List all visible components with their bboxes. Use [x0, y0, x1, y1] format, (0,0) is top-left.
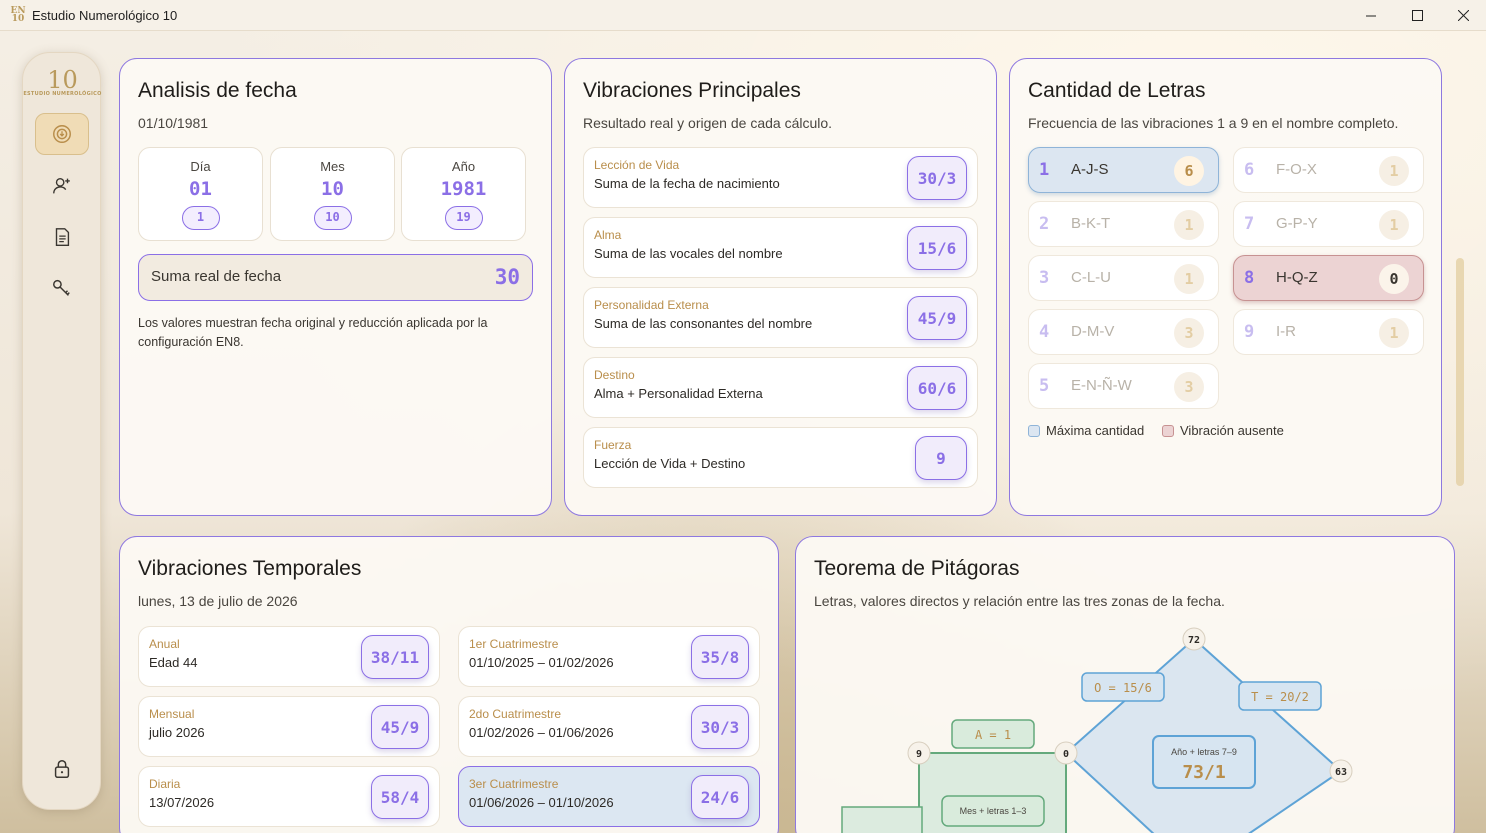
- close-icon: [1457, 10, 1469, 21]
- scrollbar-thumb[interactable]: [1456, 258, 1464, 486]
- close-button[interactable]: [1440, 0, 1486, 31]
- node-mid-label: 0: [1063, 749, 1069, 760]
- card-title: Vibraciones Temporales: [138, 557, 362, 580]
- temporal-row-cuatrimestre-2[interactable]: 2do Cuatrimestre 01/02/2026 – 01/06/2026…: [458, 696, 760, 757]
- letter-cell-2[interactable]: 2 B-K-T 1: [1028, 201, 1219, 247]
- card-title: Analisis de fecha: [138, 79, 297, 102]
- date-box-day: Día 01 1: [138, 147, 263, 241]
- date-box-month: Mes 10 10: [270, 147, 395, 241]
- value-badge: 35/8: [691, 635, 749, 679]
- temporal-row-diaria[interactable]: Diaria 13/07/2026 58/4: [138, 766, 440, 827]
- count-badge: 1: [1174, 210, 1204, 240]
- analisis-note: Los valores muestran fecha original y re…: [138, 316, 488, 349]
- value-badge: 38/11: [361, 635, 429, 679]
- count-badge: 6: [1174, 156, 1204, 186]
- principal-row[interactable]: Fuerza Lección de Vida + Destino 9: [583, 427, 978, 488]
- count-badge: 1: [1379, 318, 1409, 348]
- value-badge: 45/9: [371, 705, 429, 749]
- teorema-pitagoras-card: Teorema de Pitágoras Letras, valores dir…: [795, 536, 1455, 833]
- card-subtitle: Resultado real y origen de cada cálculo.: [583, 115, 833, 131]
- card-title: Vibraciones Principales: [583, 79, 801, 102]
- value-badge: 45/9: [907, 296, 967, 340]
- value-badge: 30/3: [907, 156, 967, 200]
- letter-cell-8[interactable]: 8 H-Q-Z 0: [1233, 255, 1424, 301]
- label-t: T = 20/2: [1251, 690, 1309, 704]
- reduced-pill: 10: [313, 206, 352, 230]
- value-badge: 9: [915, 436, 967, 480]
- cantidad-letras-card: Cantidad de Letras Frecuencia de las vib…: [1009, 58, 1442, 516]
- temporal-date: lunes, 13 de julio de 2026: [138, 593, 298, 609]
- value-badge: 24/6: [691, 775, 749, 819]
- green-caption: Mes + letras 1–3: [960, 806, 1027, 816]
- legend-max: Máxima cantidad: [1028, 423, 1144, 438]
- sidebar: 10 ESTUDIO NUMEROLÓGICO: [22, 52, 101, 810]
- principal-row[interactable]: Personalidad Externa Suma de las consona…: [583, 287, 978, 348]
- center-caption: Año + letras 7–9: [1171, 747, 1237, 757]
- person-add-icon: [53, 177, 70, 194]
- principal-row[interactable]: Destino Alma + Personalidad Externa 60/6: [583, 357, 978, 418]
- count-badge: 3: [1174, 372, 1204, 402]
- node-left-label: 9: [916, 749, 922, 760]
- card-subtitle: Frecuencia de las vibraciones 1 a 9 en e…: [1028, 115, 1399, 131]
- count-badge: 1: [1174, 264, 1204, 294]
- lock-icon: [54, 760, 70, 778]
- value-badge: 30/3: [691, 705, 749, 749]
- letter-cell-9[interactable]: 9 I-R 1: [1233, 309, 1424, 355]
- count-badge: 1: [1379, 156, 1409, 186]
- vibraciones-temporales-card: Vibraciones Temporales lunes, 13 de juli…: [119, 536, 779, 833]
- count-badge: 3: [1174, 318, 1204, 348]
- maximize-icon: [1411, 10, 1423, 21]
- letter-cell-4[interactable]: 4 D-M-V 3: [1028, 309, 1219, 355]
- sum-value: 30: [494, 265, 520, 289]
- analisis-fecha-card: Analisis de fecha 01/10/1981 Día 01 1 Me…: [119, 58, 552, 516]
- legend-absent: Vibración ausente: [1162, 423, 1284, 438]
- minimize-button[interactable]: [1348, 0, 1394, 31]
- temporal-row-mensual[interactable]: Mensual julio 2026 45/9: [138, 696, 440, 757]
- pitagoras-diagram: O = 15/6 T = 20/2 A = 1 Año + letras 7–9…: [841, 627, 1353, 833]
- node-right-label: 63: [1335, 767, 1347, 778]
- center-value: 73/1: [1182, 762, 1225, 783]
- letter-cell-6[interactable]: 6 F-O-X 1: [1233, 147, 1424, 193]
- app-icon: EN 10: [10, 6, 26, 24]
- dashboard-icon: [53, 125, 71, 143]
- temporal-row-anual[interactable]: Anual Edad 44 38/11: [138, 626, 440, 687]
- reduced-pill: 19: [444, 206, 483, 230]
- label-a: A = 1: [975, 728, 1011, 742]
- letter-cell-5[interactable]: 5 E-N-Ñ-W 3: [1028, 363, 1219, 409]
- card-title: Cantidad de Letras: [1028, 79, 1206, 102]
- app-logo: 10 ESTUDIO NUMEROLÓGICO: [23, 66, 102, 97]
- sidebar-item-persons[interactable]: [35, 165, 89, 207]
- label-o: O = 15/6: [1094, 681, 1152, 695]
- value-badge: 15/6: [907, 226, 967, 270]
- title-bar: EN 10 Estudio Numerológico 10: [0, 0, 1486, 31]
- temporal-row-cuatrimestre-3[interactable]: 3er Cuatrimestre 01/06/2026 – 01/10/2026…: [458, 766, 760, 827]
- vibraciones-principales-card: Vibraciones Principales Resultado real y…: [564, 58, 997, 516]
- count-badge: 1: [1379, 210, 1409, 240]
- reduced-pill: 1: [181, 206, 220, 230]
- letter-cell-3[interactable]: 3 C-L-U 1: [1028, 255, 1219, 301]
- sidebar-item-documents[interactable]: [35, 216, 89, 258]
- green-zone-small: [841, 806, 923, 833]
- count-badge: 0: [1379, 264, 1409, 294]
- document-icon: [55, 228, 70, 246]
- node-top-label: 72: [1188, 635, 1200, 646]
- minimize-icon: [1365, 15, 1376, 17]
- letter-cell-7[interactable]: 7 G-P-Y 1: [1233, 201, 1424, 247]
- sidebar-item-keys[interactable]: [35, 267, 89, 309]
- key-icon: [53, 279, 70, 296]
- window-title: Estudio Numerológico 10: [32, 7, 178, 23]
- lock-button[interactable]: [35, 748, 89, 790]
- sidebar-item-dashboard[interactable]: [35, 113, 89, 155]
- principal-row[interactable]: Alma Suma de las vocales del nombre 15/6: [583, 217, 978, 278]
- maximize-button[interactable]: [1394, 0, 1440, 31]
- letter-cell-1[interactable]: 1 A-J-S 6: [1028, 147, 1219, 193]
- value-badge: 58/4: [371, 775, 429, 819]
- principal-row[interactable]: Lección de Vida Suma de la fecha de naci…: [583, 147, 978, 208]
- sum-row: Suma real de fecha 30: [138, 254, 533, 301]
- temporal-row-cuatrimestre-1[interactable]: 1er Cuatrimestre 01/10/2025 – 01/02/2026…: [458, 626, 760, 687]
- analisis-date: 01/10/1981: [138, 115, 209, 131]
- value-badge: 60/6: [907, 366, 967, 410]
- date-box-year: Año 1981 19: [401, 147, 526, 241]
